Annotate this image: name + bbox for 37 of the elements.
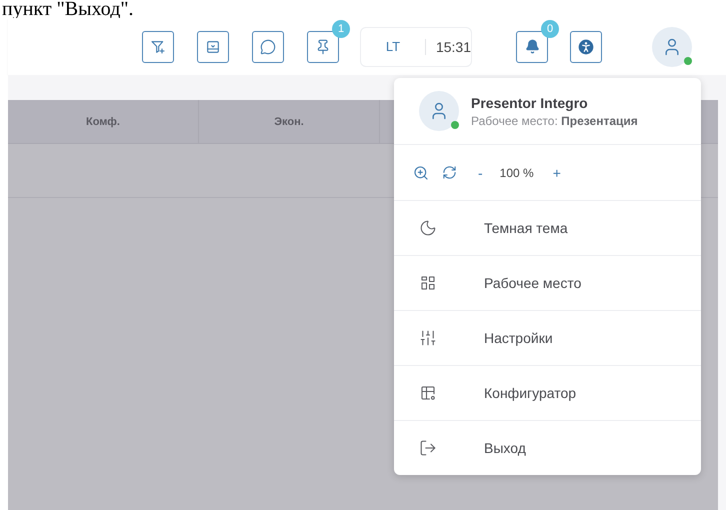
workplace-text: Рабочее место: Презентация <box>471 114 638 128</box>
count-badge: 1 <box>332 20 350 38</box>
chat-button[interactable] <box>252 30 284 62</box>
menu-item[interactable]: Конфигуратор <box>394 366 701 421</box>
time-zone: LT <box>384 39 402 54</box>
accessibility-button[interactable] <box>570 30 602 62</box>
moon-icon <box>419 219 437 237</box>
user-name: Presentor Integro <box>471 94 589 110</box>
column-header: Экон. <box>199 100 380 143</box>
chat-icon <box>260 38 276 54</box>
accessibility-icon <box>578 38 594 54</box>
menu-item[interactable]: Настройки <box>394 311 701 366</box>
reset-icon[interactable] <box>442 165 457 180</box>
filter-button[interactable] <box>142 30 174 62</box>
clock-time: 15:31 <box>424 38 471 54</box>
sliders-icon <box>419 329 437 347</box>
zoom-out-button[interactable]: - <box>478 164 483 180</box>
menu-item[interactable]: Темная тема <box>394 201 701 256</box>
pin-button[interactable] <box>307 30 339 62</box>
table-gear-icon <box>419 384 437 402</box>
pin-icon <box>315 38 331 54</box>
logout-icon <box>419 439 437 457</box>
count-badge: 0 <box>541 20 559 38</box>
caption-text: пункт "Выход". <box>1 0 135 18</box>
user-avatar[interactable] <box>652 26 692 66</box>
menu-item[interactable]: Выход <box>394 421 701 475</box>
zoom-value: 100 % <box>500 166 534 180</box>
tray-icon <box>205 38 221 54</box>
tray-button[interactable] <box>197 30 229 62</box>
column-header: Комф. <box>8 100 199 143</box>
grid-icon <box>419 274 437 292</box>
bell-button[interactable] <box>516 30 548 62</box>
menu-item[interactable]: Рабочее место <box>394 256 701 311</box>
filter-plus-icon <box>150 38 166 54</box>
zoom-in-button[interactable]: + <box>552 164 561 180</box>
bell-icon <box>524 39 540 54</box>
zoom-in-icon[interactable] <box>413 164 429 180</box>
